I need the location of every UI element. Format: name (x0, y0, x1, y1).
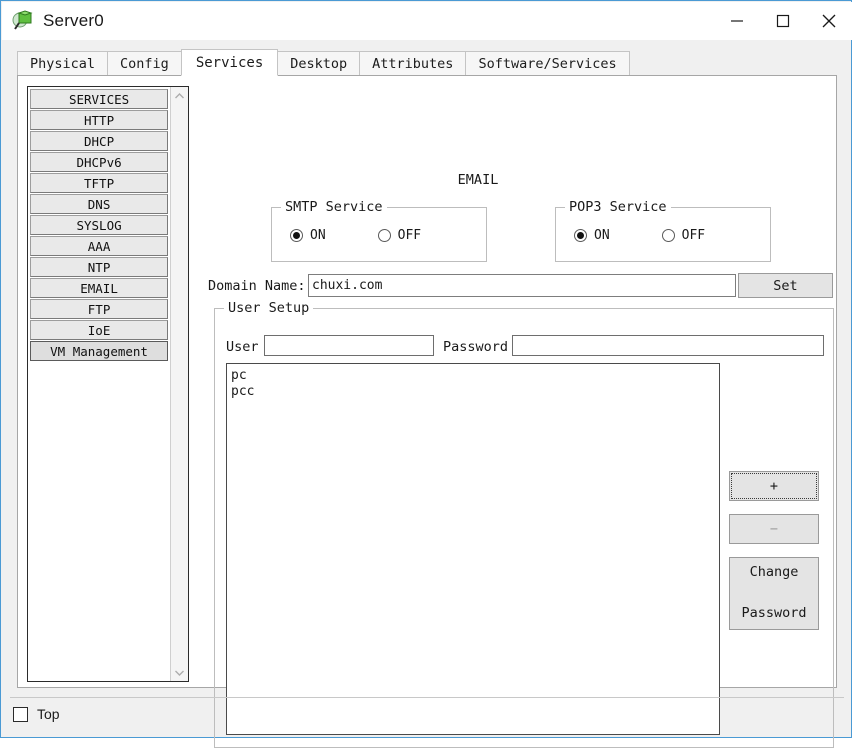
domain-name-label: Domain Name: (208, 278, 306, 294)
radio-selected-icon (290, 229, 303, 242)
radio-unselected-icon (661, 229, 675, 242)
sidebar-item-aaa[interactable]: AAA (30, 236, 169, 256)
tab-bar: Physical Config Services Desktop Attribu… (17, 49, 837, 76)
window-title: Server0 (43, 11, 104, 30)
sidebar-item-services[interactable]: SERVICES (30, 89, 169, 109)
list-item[interactable]: pc (231, 368, 719, 384)
pop3-on-option[interactable]: ON (574, 228, 610, 243)
change-password-line1: Change (749, 564, 799, 580)
tab-config[interactable]: Config (107, 51, 182, 76)
top-checkbox[interactable] (13, 706, 28, 722)
pop3-group-legend: POP3 Service (565, 199, 671, 215)
scroll-up-button[interactable] (171, 87, 189, 104)
user-setup-legend: User Setup (224, 300, 314, 316)
user-setup-group: User Setup User Password pc pcc + − Chan… (214, 300, 834, 748)
server-device-icon (12, 10, 34, 32)
radio-unselected-icon (377, 229, 391, 242)
change-password-button[interactable]: Change Password (729, 557, 819, 630)
password-field-label: Password (443, 339, 509, 355)
window-controls (714, 2, 852, 40)
smtp-radio-group: ON OFF (290, 228, 421, 243)
top-checkbox-row[interactable]: Top (13, 706, 60, 722)
sidebar-item-syslog[interactable]: SYSLOG (30, 215, 169, 235)
sidebar-item-vm-management[interactable]: VM Management (30, 341, 169, 361)
sidebar-item-ntp[interactable]: NTP (30, 257, 169, 277)
smtp-on-option[interactable]: ON (290, 228, 326, 243)
services-panel: SERVICES HTTP DHCP DHCPv6 TFTP DNS SYSLO… (17, 75, 837, 748)
title-bar: Server0 (2, 2, 852, 40)
tab-physical[interactable]: Physical (17, 51, 109, 76)
minimize-icon (731, 20, 743, 22)
add-user-button[interactable]: + (729, 471, 819, 501)
sidebar-item-email[interactable]: EMAIL (30, 278, 169, 298)
tab-software-services[interactable]: Software/Services (465, 51, 630, 76)
list-item[interactable]: pcc (231, 384, 719, 400)
domain-name-input[interactable] (308, 274, 736, 297)
sidebar-item-http[interactable]: HTTP (30, 110, 169, 130)
pop3-radio-group: ON OFF (574, 228, 705, 243)
tab-services[interactable]: Services (180, 49, 279, 76)
sidebar-item-dns[interactable]: DNS (30, 194, 169, 214)
chevron-up-icon (175, 92, 185, 98)
smtp-on-label: ON (310, 228, 326, 243)
pop3-service-group: POP3 Service ON OFF (555, 199, 771, 262)
smtp-off-label: OFF (397, 228, 422, 243)
user-list[interactable]: pc pcc (226, 363, 720, 735)
chevron-down-icon (175, 670, 185, 676)
close-icon (822, 14, 836, 28)
services-list: SERVICES HTTP DHCP DHCPv6 TFTP DNS SYSLO… (28, 87, 171, 681)
pop3-on-label: ON (594, 228, 610, 243)
pop3-off-label: OFF (681, 228, 706, 243)
sidebar-item-dhcp[interactable]: DHCP (30, 131, 169, 151)
sidebar-item-ftp[interactable]: FTP (30, 299, 169, 319)
sidebar-item-dhcpv6[interactable]: DHCPv6 (30, 152, 169, 172)
tab-desktop[interactable]: Desktop (277, 51, 361, 76)
radio-selected-icon (574, 229, 587, 242)
footer-divider (10, 697, 844, 698)
sidebar-item-tftp[interactable]: TFTP (30, 173, 169, 193)
sidebar-scrollbar[interactable] (170, 87, 189, 681)
change-password-line2: Password (741, 604, 807, 621)
user-input[interactable] (264, 335, 434, 356)
smtp-group-legend: SMTP Service (281, 199, 387, 215)
maximize-button[interactable] (760, 2, 806, 40)
smtp-service-group: SMTP Service ON OFF (271, 199, 487, 262)
close-button[interactable] (806, 2, 852, 40)
top-checkbox-label: Top (37, 706, 60, 722)
maximize-icon (776, 14, 790, 28)
remove-user-button[interactable]: − (729, 514, 819, 544)
sidebar-item-ioe[interactable]: IoE (30, 320, 169, 340)
smtp-off-option[interactable]: OFF (377, 228, 422, 243)
services-sidebar: SERVICES HTTP DHCP DHCPv6 TFTP DNS SYSLO… (27, 86, 189, 682)
scroll-down-button[interactable] (171, 664, 189, 681)
pop3-off-option[interactable]: OFF (661, 228, 706, 243)
set-button[interactable]: Set (738, 273, 833, 298)
tab-attributes[interactable]: Attributes (359, 51, 467, 76)
minimize-button[interactable] (714, 2, 760, 40)
password-input[interactable] (512, 335, 824, 356)
page-title: EMAIL (457, 172, 499, 188)
server-config-window: Server0 Physical Config Services Desktop… (0, 0, 852, 748)
user-field-label: User (226, 339, 259, 355)
